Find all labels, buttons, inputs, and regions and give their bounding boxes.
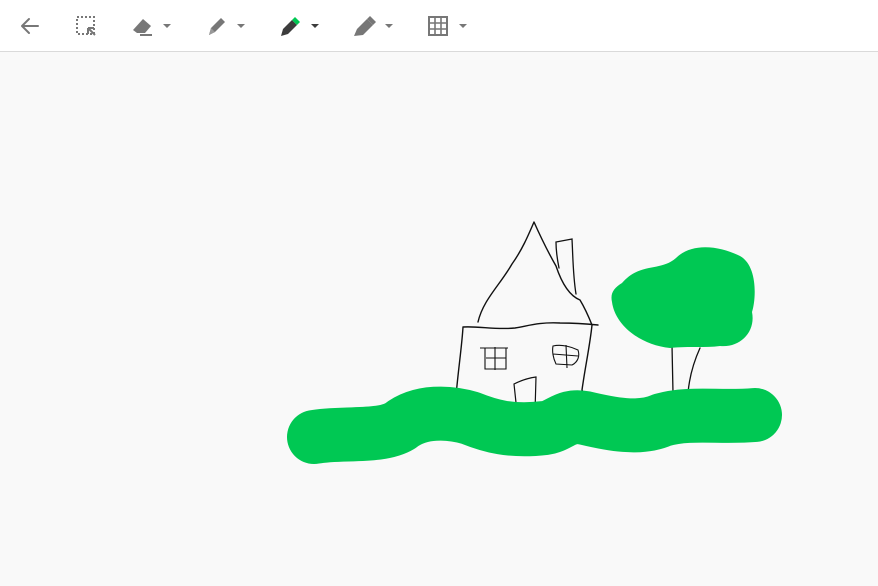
eraser-tool-button[interactable]: [130, 10, 172, 42]
marker-icon: [281, 17, 300, 36]
house-window-left-stroke: [480, 347, 508, 370]
grid-icon: [428, 16, 448, 36]
back-button[interactable]: [18, 10, 42, 42]
pen-tool-button[interactable]: [204, 10, 246, 42]
chevron-down-icon[interactable]: [236, 10, 246, 42]
pen-icon: [209, 18, 225, 35]
drawing-layer: [287, 221, 782, 464]
grid-tool-button[interactable]: [426, 10, 468, 42]
lasso-select-icon: [76, 16, 96, 36]
arrow-left-icon: [21, 18, 39, 34]
grass-stroke: [287, 386, 782, 464]
drawing-canvas[interactable]: [0, 53, 878, 586]
house-roof-stroke: [477, 221, 593, 326]
chevron-down-icon[interactable]: [384, 10, 394, 42]
chevron-down-icon[interactable]: [162, 10, 172, 42]
marker-tool-button[interactable]: [278, 10, 320, 42]
tree-canopy-stroke: [611, 247, 755, 348]
select-tool-button[interactable]: [74, 10, 98, 42]
tree-trunk-stroke: [671, 344, 701, 394]
house-window-right-stroke: [552, 344, 580, 369]
highlighter-icon: [354, 16, 376, 36]
house-chimney-stroke: [555, 238, 577, 295]
eraser-icon: [133, 19, 152, 36]
chevron-down-icon[interactable]: [310, 10, 320, 42]
highlighter-tool-button[interactable]: [352, 10, 394, 42]
toolbar: [0, 0, 878, 52]
chevron-down-icon[interactable]: [458, 10, 468, 42]
